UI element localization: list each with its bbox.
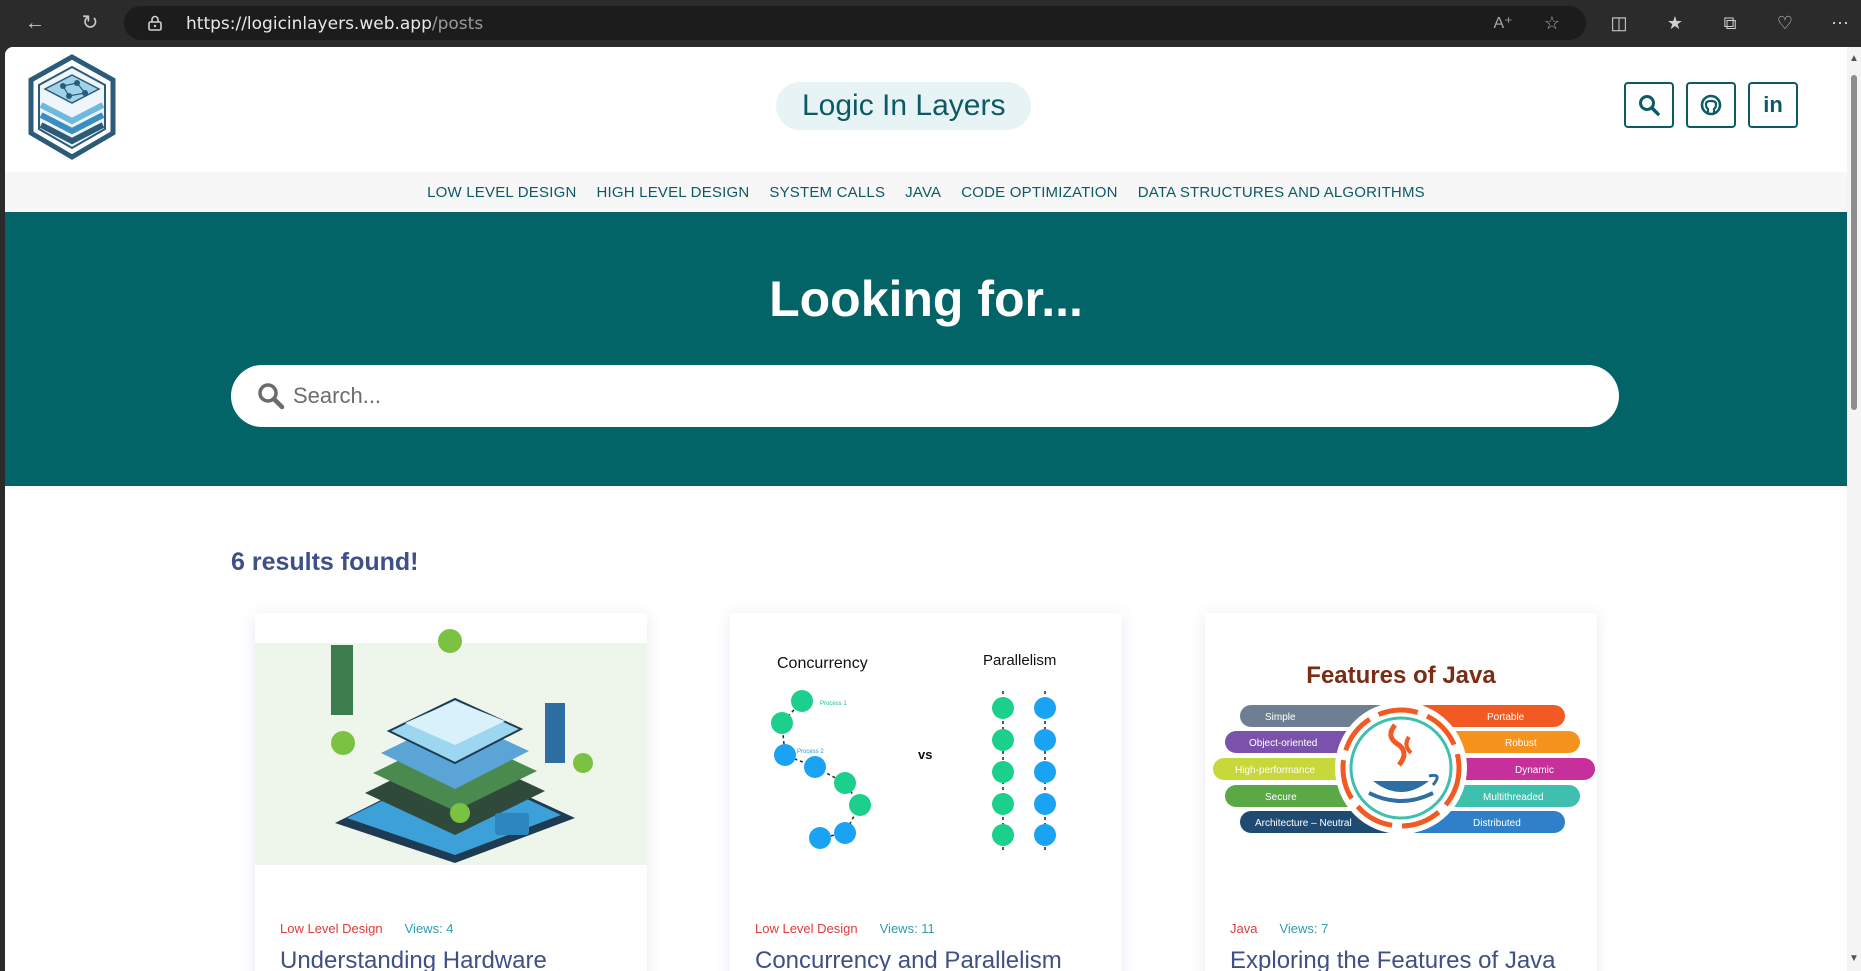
search-icon [258, 383, 285, 410]
post-category[interactable]: Java [1230, 921, 1257, 936]
post-meta: Java Views: 7 [1230, 921, 1328, 936]
feature-left: Architecture – Neutral [1255, 818, 1352, 829]
post-views: Views: 11 [879, 921, 935, 936]
page: Logic In Layers in LOW LEVEL DESIGN HIGH… [5, 47, 1847, 971]
search-input[interactable] [293, 376, 1573, 416]
url-text[interactable]: https://logicinlayers.web.app/posts [186, 14, 483, 34]
post-card[interactable]: Low Level Design Views: 4 Understanding … [255, 613, 647, 971]
post-category[interactable]: Low Level Design [755, 921, 858, 936]
page-scrollbar[interactable]: ▲ ▼ [1847, 47, 1861, 971]
scrollbar-thumb[interactable] [1851, 75, 1857, 410]
feature-left: Object-oriented [1249, 738, 1317, 749]
post-thumbnail[interactable] [255, 613, 647, 868]
url-path: /posts [431, 14, 484, 34]
post-meta: Low Level Design Views: 11 [755, 921, 935, 936]
post-category[interactable]: Low Level Design [280, 921, 383, 936]
header-search-button[interactable] [1624, 82, 1674, 128]
feature-left: Simple [1265, 712, 1296, 723]
feature-right: Portable [1487, 712, 1525, 723]
post-views: Views: 7 [1279, 921, 1329, 936]
post-title[interactable]: Exploring the Features of Java [1230, 947, 1556, 971]
collections-icon[interactable]: ⧉ [1718, 11, 1742, 35]
url-host: https://logicinlayers.web.app [186, 14, 432, 34]
feature-right: Robust [1505, 738, 1537, 749]
category-nav: LOW LEVEL DESIGN HIGH LEVEL DESIGN SYSTE… [5, 172, 1847, 212]
lock-icon [148, 15, 162, 31]
read-aloud-icon[interactable]: A⁺ [1492, 13, 1514, 33]
post-thumbnail[interactable]: Concurrency Parallelism vs Process 1 Pro… [730, 613, 1122, 868]
post-card[interactable]: Features of Java Simple Object-oriented … [1205, 613, 1597, 971]
favorites-icon[interactable]: ★ [1663, 11, 1687, 35]
nav-item-code-optimization[interactable]: CODE OPTIMIZATION [961, 184, 1117, 201]
feature-right: Distributed [1473, 818, 1521, 829]
hardware-layers-illustration [255, 613, 647, 868]
browser-essentials-icon[interactable]: ♡ [1773, 11, 1797, 35]
img-label-concurrency: Concurrency [777, 655, 868, 672]
feature-left: Secure [1265, 792, 1297, 803]
favorite-star-icon[interactable]: ☆ [1541, 13, 1563, 33]
site-header: Logic In Layers in [5, 47, 1847, 172]
post-title[interactable]: Concurrency and Parallelism [755, 947, 1062, 971]
img-label-vs: vs [918, 747, 932, 762]
linkedin-icon: in [1763, 92, 1783, 117]
address-bar[interactable]: https://logicinlayers.web.app/posts A⁺ ☆ [124, 6, 1586, 40]
split-screen-icon[interactable]: ◫ [1607, 11, 1631, 35]
back-icon[interactable]: ← [22, 10, 48, 36]
github-button[interactable] [1686, 82, 1736, 128]
results-count: 6 results found! [231, 548, 419, 576]
feature-left: High-performance [1235, 765, 1315, 776]
feature-right: Dynamic [1515, 765, 1554, 776]
logo-icon[interactable] [25, 53, 119, 161]
nav-item-low-level-design[interactable]: LOW LEVEL DESIGN [427, 184, 576, 201]
scroll-down-icon[interactable]: ▼ [1849, 953, 1859, 964]
linkedin-button[interactable]: in [1748, 82, 1798, 128]
github-icon [1700, 94, 1722, 116]
img-label-process-1: Process 1 [820, 701, 847, 707]
hero-banner: Looking for... [5, 212, 1847, 486]
site-title[interactable]: Logic In Layers [776, 82, 1032, 130]
post-views: Views: 4 [404, 921, 454, 936]
nav-item-high-level-design[interactable]: HIGH LEVEL DESIGN [596, 184, 749, 201]
nav-item-dsa[interactable]: DATA STRUCTURES AND ALGORITHMS [1138, 184, 1425, 201]
post-thumbnail[interactable]: Features of Java Simple Object-oriented … [1205, 613, 1597, 868]
hero-title: Looking for... [769, 271, 1083, 327]
concurrency-parallelism-illustration: Concurrency Parallelism vs Process 1 Pro… [730, 613, 1122, 868]
post-card[interactable]: Concurrency Parallelism vs Process 1 Pro… [730, 613, 1122, 971]
search-icon [1639, 95, 1660, 116]
img-label-parallelism: Parallelism [983, 652, 1056, 669]
feature-right: Multithreaded [1483, 792, 1544, 803]
post-meta: Low Level Design Views: 4 [280, 921, 454, 936]
more-menu-icon[interactable]: ⋯ [1828, 11, 1852, 35]
scroll-up-icon[interactable]: ▲ [1849, 53, 1859, 64]
refresh-icon[interactable]: ↻ [77, 10, 103, 36]
img-label-process-2: Process 2 [797, 749, 824, 755]
post-title[interactable]: Understanding Hardware [280, 947, 547, 971]
nav-item-java[interactable]: JAVA [905, 184, 941, 201]
java-features-illustration: Features of Java Simple Object-oriented … [1205, 613, 1597, 868]
img-title: Features of Java [1306, 662, 1496, 689]
browser-toolbar: ← ↻ https://logicinlayers.web.app/posts … [0, 0, 1861, 47]
search-bar[interactable] [231, 365, 1619, 427]
nav-item-system-calls[interactable]: SYSTEM CALLS [769, 184, 885, 201]
